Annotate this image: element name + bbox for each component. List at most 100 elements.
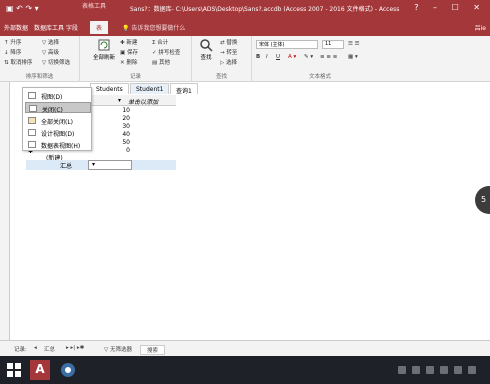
- find-button[interactable]: 查找: [196, 38, 216, 61]
- more-label: 其他: [158, 60, 170, 66]
- totals-function-select[interactable]: ▾: [88, 160, 132, 170]
- menu-item-label: 关闭(C): [42, 107, 63, 114]
- select-button[interactable]: ▷ 选择: [220, 58, 237, 66]
- record-nav-next[interactable]: ▸ ▸| ▸✱: [66, 345, 84, 351]
- menu-item-view[interactable]: 视图(D): [25, 90, 91, 101]
- refresh-all-button[interactable]: 全部刷新: [92, 38, 116, 61]
- descending-button[interactable]: ↓ 降序: [4, 48, 21, 56]
- menu-item-close-all[interactable]: 全部关闭(L): [25, 115, 91, 126]
- group-find: 查找 ⇄ 替换 → 转至 ▷ 选择 查找: [192, 36, 252, 82]
- access-app-icon[interactable]: A: [30, 360, 50, 380]
- goto-button[interactable]: → 转至: [220, 48, 237, 56]
- tab-database-tools[interactable]: 数据库工具: [34, 23, 64, 32]
- delete-record-button[interactable]: ✕ 删除: [120, 58, 137, 66]
- remove-sort-label: 取消排序: [10, 60, 33, 66]
- tray-icon[interactable]: [426, 366, 434, 374]
- new-record-button[interactable]: ✚ 新建: [120, 38, 137, 46]
- totals-row: 汇总 ▾: [26, 160, 176, 170]
- grid-cell[interactable]: 50: [100, 139, 130, 146]
- group-records-label: 记录: [129, 74, 141, 80]
- search-box[interactable]: 搜索: [140, 345, 166, 355]
- menu-item-label: 视图(D): [41, 94, 63, 101]
- selection-label: 选择: [47, 40, 59, 46]
- start-button[interactable]: [4, 360, 24, 380]
- record-nav-first[interactable]: ◂: [34, 345, 37, 351]
- totals-button[interactable]: Σ 合计: [152, 38, 168, 46]
- context-tab-title: 表格工具: [82, 3, 107, 10]
- grid-cell[interactable]: 40: [100, 131, 130, 138]
- save-label: 保存: [126, 50, 138, 56]
- totals-row-label: 汇总: [60, 163, 73, 170]
- tray-icon[interactable]: [412, 366, 420, 374]
- menu-item-datasheet-view[interactable]: 数据表视图(H): [25, 139, 91, 150]
- filter-status[interactable]: ▽ 无筛选器: [104, 345, 132, 353]
- replace-button[interactable]: ⇄ 替换: [220, 38, 237, 46]
- menu-item-label: 数据表视图(H): [41, 143, 81, 150]
- tab-fields[interactable]: 字段: [66, 23, 78, 32]
- highlight-button[interactable]: ✎ ▾: [304, 54, 313, 60]
- save-record-button[interactable]: ▣ 保存: [120, 48, 138, 56]
- spelling-button[interactable]: ✓ 拼写检查: [152, 48, 180, 56]
- font-size-select[interactable]: 11: [322, 40, 344, 49]
- grid-cell[interactable]: 10: [100, 107, 130, 114]
- design-view-icon: [28, 129, 36, 136]
- totals-label: 合计: [157, 40, 169, 46]
- menu-item-label: 设计视图(D): [41, 131, 75, 138]
- font-name-select[interactable]: 宋体 (主体): [256, 40, 318, 49]
- record-nav-current[interactable]: 汇总: [44, 345, 55, 353]
- replace-label: 替换: [226, 40, 238, 46]
- tab-table[interactable]: 表: [90, 21, 109, 34]
- group-records: 全部刷新 ✚ 新建 ▣ 保存 ✕ 删除 Σ 合计 ✓ 拼写检查 ▤ 其他 记录: [80, 36, 192, 82]
- menu-item-close[interactable]: 关闭(C): [25, 102, 91, 114]
- add-field-header[interactable]: 单击以添加: [128, 97, 158, 106]
- ascending-button[interactable]: ↑ 升序: [4, 38, 21, 46]
- column-dropdown-icon[interactable]: ▾: [118, 97, 121, 104]
- close-all-icon: [28, 117, 36, 124]
- grid-cell[interactable]: 30: [100, 123, 130, 130]
- more-button[interactable]: ▤ 其他: [152, 58, 170, 66]
- bold-button[interactable]: B: [256, 54, 260, 60]
- font-color-button[interactable]: A ▾: [288, 54, 296, 60]
- browser-app-icon[interactable]: [58, 360, 78, 380]
- align-buttons[interactable]: ≡ ≡ ≡: [320, 54, 337, 60]
- menu-item-design-view[interactable]: 设计视图(D): [25, 127, 91, 138]
- toggle-filter-button[interactable]: ▽ 切换筛选: [42, 58, 70, 66]
- list-format-buttons[interactable]: ☰ ☰: [348, 41, 360, 47]
- doc-tab-query1[interactable]: 查询1: [170, 83, 198, 95]
- datasheet-view-icon: [28, 141, 36, 148]
- tray-icon[interactable]: [454, 366, 462, 374]
- group-find-label: 查找: [215, 74, 227, 80]
- tab-external-data[interactable]: 外部数据: [4, 23, 28, 32]
- selection-button[interactable]: ▽ 选择: [42, 38, 59, 46]
- group-text-format-label: 文本格式: [308, 74, 331, 80]
- tray-icon[interactable]: [468, 366, 476, 374]
- doc-tab-students[interactable]: Students: [90, 83, 129, 94]
- find-label: 查找: [200, 55, 212, 61]
- search-icon: [199, 38, 213, 52]
- remove-sort-button[interactable]: ⇅ 取消排序: [4, 58, 32, 66]
- tell-me-box[interactable]: 💡 告诉我您想要做什么: [122, 23, 185, 32]
- ribbon: ↑ 升序 ↓ 降序 ⇅ 取消排序 ▽ 选择 ▽ 高级 ▽ 切换筛选 排序和筛选 …: [0, 36, 490, 82]
- select-label: 选择: [225, 60, 237, 66]
- tray-icon[interactable]: [440, 366, 448, 374]
- tell-me-text: 告诉我您想要做什么: [131, 25, 186, 32]
- doc-tab-student1[interactable]: Student1: [130, 83, 170, 94]
- quick-access-toolbar[interactable]: ▣ ↶ ↷ ▾: [6, 4, 39, 13]
- group-sort-filter: ↑ 升序 ↓ 降序 ⇅ 取消排序 ▽ 选择 ▽ 高级 ▽ 切换筛选 排序和筛选: [0, 36, 80, 82]
- tray-icon[interactable]: [398, 366, 406, 374]
- window-controls[interactable]: ? – ☐ ✕: [414, 3, 486, 12]
- grid-cell[interactable]: 20: [100, 115, 130, 122]
- navigation-pane-collapsed[interactable]: [0, 82, 10, 340]
- ascending-label: 升序: [10, 40, 22, 46]
- menu-item-label: 全部关闭(L): [41, 119, 74, 126]
- descending-label: 降序: [10, 50, 22, 56]
- user-name[interactable]: 吕ie: [475, 23, 486, 32]
- group-sort-filter-label: 排序和筛选: [25, 74, 54, 80]
- italic-button[interactable]: I: [266, 54, 268, 60]
- advanced-button[interactable]: ▽ 高级: [42, 48, 59, 56]
- filter-status-text: 无筛选器: [109, 347, 132, 353]
- grid-cell[interactable]: 0: [100, 147, 130, 154]
- underline-button[interactable]: U: [276, 54, 280, 60]
- title-bar: ▣ ↶ ↷ ▾ 表格工具 Sans?：数据库- C:\Users\ADS\Des…: [0, 0, 490, 20]
- fill-color-button[interactable]: ▦ ▾: [348, 54, 358, 60]
